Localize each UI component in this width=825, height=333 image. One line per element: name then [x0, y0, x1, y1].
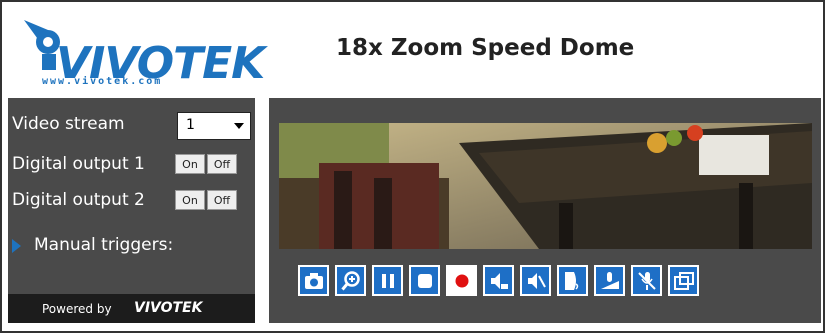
digital-output-2-off-button[interactable]: Off [207, 190, 237, 210]
digital-output-1-off-button[interactable]: Off [207, 154, 237, 174]
mic-volume-icon [600, 271, 619, 289]
page-frame: VIVOTEK www.vivotek.com 18x Zoom Speed D… [0, 0, 825, 333]
record-icon [455, 274, 468, 287]
live-view-panel [269, 98, 821, 323]
mute-icon [527, 272, 546, 289]
digital-output-2-label: Digital output 2 [12, 190, 145, 210]
talk-button[interactable] [557, 265, 588, 296]
vivotek-logo: VIVOTEK www.vivotek.com [8, 8, 265, 89]
digital-output-2-on-button[interactable]: On [175, 190, 205, 210]
stop-icon [417, 273, 432, 288]
volume-icon [490, 272, 508, 289]
record-button[interactable] [446, 265, 477, 296]
pause-icon [381, 273, 394, 288]
stop-button[interactable] [409, 265, 440, 296]
powered-by-footer: Powered by VIVOTEK [8, 294, 255, 323]
video-stream-select[interactable]: 1 [177, 112, 251, 140]
manual-triggers-label[interactable]: Manual triggers: [34, 235, 173, 255]
mic-mute-button[interactable] [631, 265, 662, 296]
control-panel: Video stream 1 Digital output 1 On Off D… [8, 98, 255, 323]
zoom-in-button[interactable] [335, 265, 366, 296]
logo-url: www.vivotek.com [42, 76, 163, 87]
live-video[interactable] [279, 123, 812, 249]
digital-output-1-controls: On Off [175, 154, 237, 174]
powered-by-text: Powered by [42, 302, 112, 316]
fullscreen-button[interactable] [668, 265, 699, 296]
snapshot-icon [304, 272, 323, 289]
zoom-in-icon [340, 270, 360, 290]
video-frame-image [279, 123, 812, 249]
digital-output-1-label: Digital output 1 [12, 154, 145, 174]
playback-toolbar [298, 265, 699, 296]
expand-triangle-icon[interactable] [12, 239, 21, 253]
pause-button[interactable] [372, 265, 403, 296]
snapshot-button[interactable] [298, 265, 329, 296]
talk-icon [564, 271, 578, 290]
page-title: 18x Zoom Speed Dome [336, 35, 635, 61]
mic-volume-button[interactable] [594, 265, 625, 296]
mute-button[interactable] [520, 265, 551, 296]
fullscreen-icon [673, 271, 694, 290]
digital-output-1-on-button[interactable]: On [175, 154, 205, 174]
volume-button[interactable] [483, 265, 514, 296]
footer-vivotek-logo: VIVOTEK [134, 300, 203, 316]
video-stream-value: 1 [186, 117, 195, 133]
mic-mute-icon [637, 271, 656, 290]
video-stream-label: Video stream [12, 114, 125, 134]
chevron-down-icon [234, 123, 244, 129]
digital-output-2-controls: On Off [175, 190, 237, 210]
